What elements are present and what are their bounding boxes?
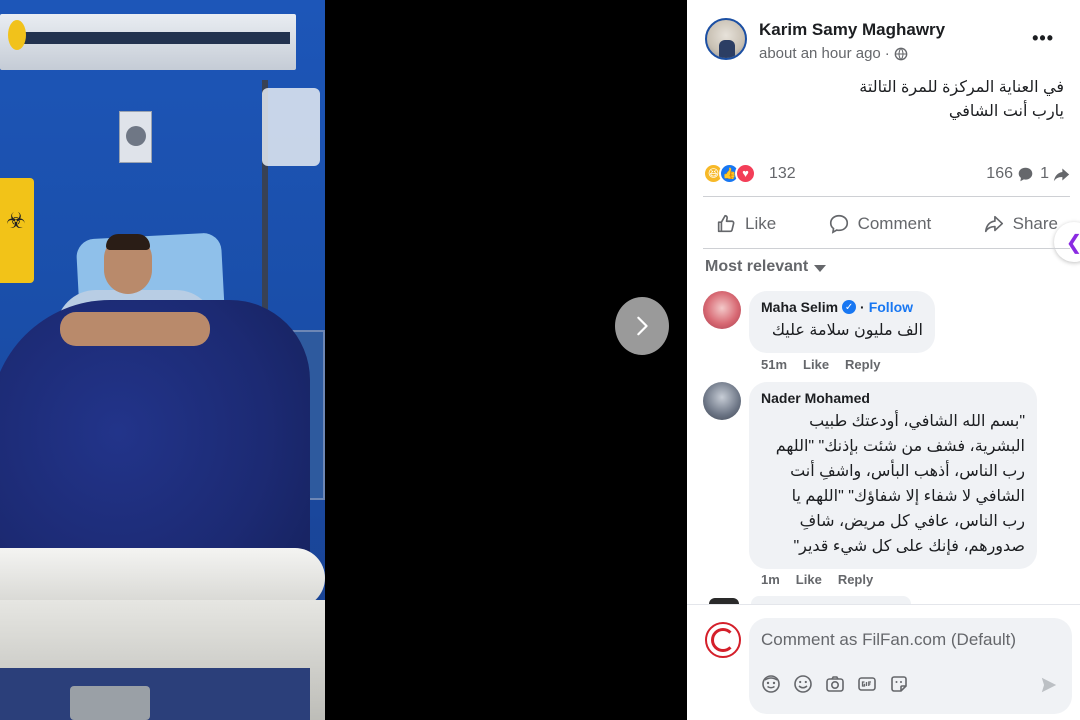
comment-reply-button[interactable]: Reply bbox=[838, 572, 873, 587]
comment-sort-dropdown[interactable]: Most relevant bbox=[705, 258, 827, 276]
author-avatar[interactable] bbox=[705, 18, 747, 60]
chevron-right-icon bbox=[637, 316, 648, 336]
composer-tools bbox=[761, 674, 909, 694]
like-button[interactable]: Like bbox=[703, 213, 788, 235]
photo-bed-panel bbox=[0, 668, 310, 720]
photo-bed-rail bbox=[0, 548, 325, 608]
comment-text-line: "بسم الله الشافي، أودعتك طبيب bbox=[809, 413, 1025, 430]
comment-bubble-icon bbox=[1018, 167, 1033, 181]
comment-bubble: Maha Selim ✓ · Follow الف مليون سلامة عل… bbox=[749, 291, 935, 353]
share-icon bbox=[984, 215, 1003, 233]
comment-text: "بسم الله الشافي، أودعتك طبيب البشرية، ف… bbox=[761, 409, 1025, 559]
comment-count-value: 166 bbox=[986, 165, 1013, 182]
author-name[interactable]: Karim Samy Maghawry bbox=[759, 20, 945, 40]
comment-item: Nader Mohamed "بسم الله الشافي، أودعتك ط… bbox=[703, 382, 1070, 592]
comment-time[interactable]: 51m bbox=[761, 357, 787, 372]
verified-badge-icon: ✓ bbox=[842, 300, 857, 314]
share-arrow-icon bbox=[1053, 168, 1070, 181]
comment-text-line: رب الناس، أذهب البأس، واشفِ أنت bbox=[790, 463, 1025, 480]
photo-wall-sign bbox=[119, 111, 152, 163]
reaction-summary: 😆 👍 ♥ 132 166 1 bbox=[703, 162, 1070, 188]
commenter-avatar[interactable] bbox=[703, 291, 741, 329]
post-photo[interactable]: ☣ bbox=[0, 0, 325, 720]
gif-icon bbox=[858, 677, 876, 691]
caret-down-icon bbox=[814, 264, 827, 272]
follow-separator: · bbox=[860, 299, 865, 315]
comment-time[interactable]: 1m bbox=[761, 572, 780, 587]
divider bbox=[703, 196, 1070, 197]
post-header: Karim Samy Maghawry about an hour ago · … bbox=[705, 14, 1070, 74]
comment-like-button[interactable]: Like bbox=[803, 357, 829, 372]
thumbs-up-icon bbox=[717, 214, 735, 233]
sticker-icon bbox=[891, 676, 907, 692]
comment-bubble: Nader Mohamed "بسم الله الشافي، أودعتك ط… bbox=[749, 382, 1037, 569]
more-options-button[interactable]: ••• bbox=[1032, 28, 1054, 49]
reaction-count[interactable]: 132 bbox=[769, 165, 796, 183]
comment-label: Comment bbox=[857, 214, 932, 233]
next-photo-button[interactable] bbox=[615, 297, 669, 355]
commenter-name[interactable]: Maha Selim bbox=[761, 299, 838, 315]
share-count[interactable]: 1 bbox=[1040, 165, 1070, 183]
share-button[interactable]: Share bbox=[971, 213, 1070, 235]
post-text-line: يارب أنت الشافي bbox=[948, 103, 1064, 120]
comment-text-line: الشافي لا شفاء إلا شفاؤك" "اللهم يا bbox=[791, 488, 1025, 505]
photo-bed-handle bbox=[70, 686, 150, 720]
globe-icon bbox=[894, 47, 908, 60]
commenter-name[interactable]: Nader Mohamed bbox=[761, 390, 870, 406]
camera-button[interactable] bbox=[825, 674, 845, 694]
reaction-icons[interactable]: 😆 👍 ♥ bbox=[703, 163, 756, 184]
follow-button[interactable]: Follow bbox=[869, 299, 913, 315]
share-count-value: 1 bbox=[1040, 165, 1049, 182]
avatar-sticker-icon bbox=[762, 675, 780, 693]
comment-meta: 51m Like Reply bbox=[761, 357, 880, 372]
post-timestamp[interactable]: about an hour ago bbox=[759, 45, 881, 62]
floating-app-icon[interactable]: ❮ bbox=[1054, 222, 1080, 262]
avatar-sticker-button[interactable] bbox=[761, 674, 781, 694]
gif-button[interactable] bbox=[857, 674, 877, 694]
sticker-button[interactable] bbox=[889, 674, 909, 694]
comment-composer bbox=[749, 618, 1072, 714]
post-viewer: ☣ Karim Samy Maghawry about an hour ago … bbox=[0, 0, 1080, 720]
post-text-line: في العناية المركزة للمرة التالتة bbox=[859, 79, 1064, 96]
photo-iv-bags bbox=[262, 88, 320, 166]
comment-icon bbox=[829, 214, 848, 234]
meta-separator: · bbox=[884, 45, 890, 62]
comment-like-button[interactable]: Like bbox=[796, 572, 822, 587]
post-text: في العناية المركزة للمرة التالتة يارب أن… bbox=[859, 76, 1064, 124]
comment-meta: 1m Like Reply bbox=[761, 572, 873, 587]
share-label: Share bbox=[1012, 214, 1058, 233]
post-meta: about an hour ago · bbox=[759, 45, 908, 62]
post-side-panel: Karim Samy Maghawry about an hour ago · … bbox=[687, 0, 1080, 720]
divider bbox=[703, 248, 1070, 249]
comment-text-line: رب الناس، عافي كل مريض، شافِ bbox=[799, 513, 1025, 530]
emoji-icon bbox=[794, 675, 812, 693]
comment-text-line: البشرية، فشف من شئت بإذنك" "اللهم bbox=[775, 438, 1025, 455]
post-actions: Like Comment Share bbox=[703, 204, 1070, 244]
camera-icon bbox=[826, 676, 844, 692]
sort-label: Most relevant bbox=[705, 258, 809, 275]
send-icon[interactable] bbox=[1040, 676, 1058, 694]
comment-button[interactable]: Comment bbox=[816, 213, 944, 235]
like-label: Like bbox=[745, 214, 777, 233]
love-reaction-icon: ♥ bbox=[735, 163, 756, 184]
comment-reply-button[interactable]: Reply bbox=[845, 357, 880, 372]
comment-count[interactable]: 166 bbox=[986, 165, 1034, 183]
photo-biohazard-bin: ☣ bbox=[0, 178, 34, 283]
comment-header: Maha Selim ✓ · Follow bbox=[761, 299, 923, 315]
next-comment-bubble bbox=[751, 596, 911, 604]
page-avatar[interactable] bbox=[705, 622, 741, 658]
photo-patient-hair bbox=[106, 234, 150, 250]
commenter-avatar[interactable] bbox=[703, 382, 741, 420]
comment-text-line: صدورهم، فإنك على كل شيء قدير" bbox=[793, 538, 1025, 555]
photo-headwall-light bbox=[0, 14, 296, 70]
comment-text: الف مليون سلامة عليك bbox=[771, 322, 923, 339]
comment-input[interactable] bbox=[761, 630, 1061, 650]
emoji-button[interactable] bbox=[793, 674, 813, 694]
comment-header: Nader Mohamed bbox=[761, 390, 1025, 406]
comment-item: Maha Selim ✓ · Follow الف مليون سلامة عل… bbox=[703, 291, 1070, 372]
composer-divider bbox=[687, 604, 1080, 605]
photo-patient-arms bbox=[60, 312, 210, 346]
